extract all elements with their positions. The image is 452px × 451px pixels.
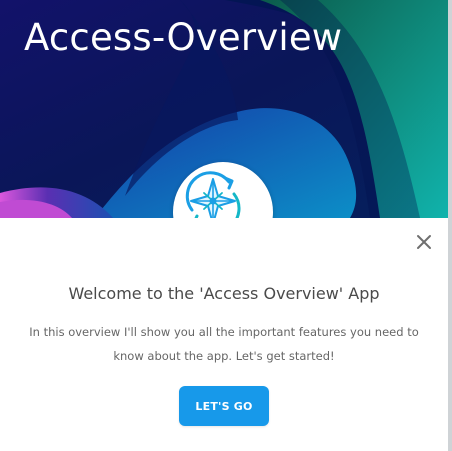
hero-banner: Access-Overview xyxy=(0,0,448,218)
lets-go-button[interactable]: LET'S GO xyxy=(179,386,269,426)
close-icon xyxy=(417,235,431,249)
app-title: Access-Overview xyxy=(24,16,343,59)
welcome-heading: Welcome to the 'Access Overview' App xyxy=(68,284,380,303)
close-button[interactable] xyxy=(410,228,438,256)
compass-sync-icon xyxy=(185,171,241,218)
backdrop-edge xyxy=(448,0,452,451)
welcome-modal-screen: Access-Overview Welcome to the 'Access O… xyxy=(0,0,452,451)
welcome-dialog: Access-Overview Welcome to the 'Access O… xyxy=(0,0,448,451)
intro-text: In this overview I'll show you all the i… xyxy=(29,325,419,363)
